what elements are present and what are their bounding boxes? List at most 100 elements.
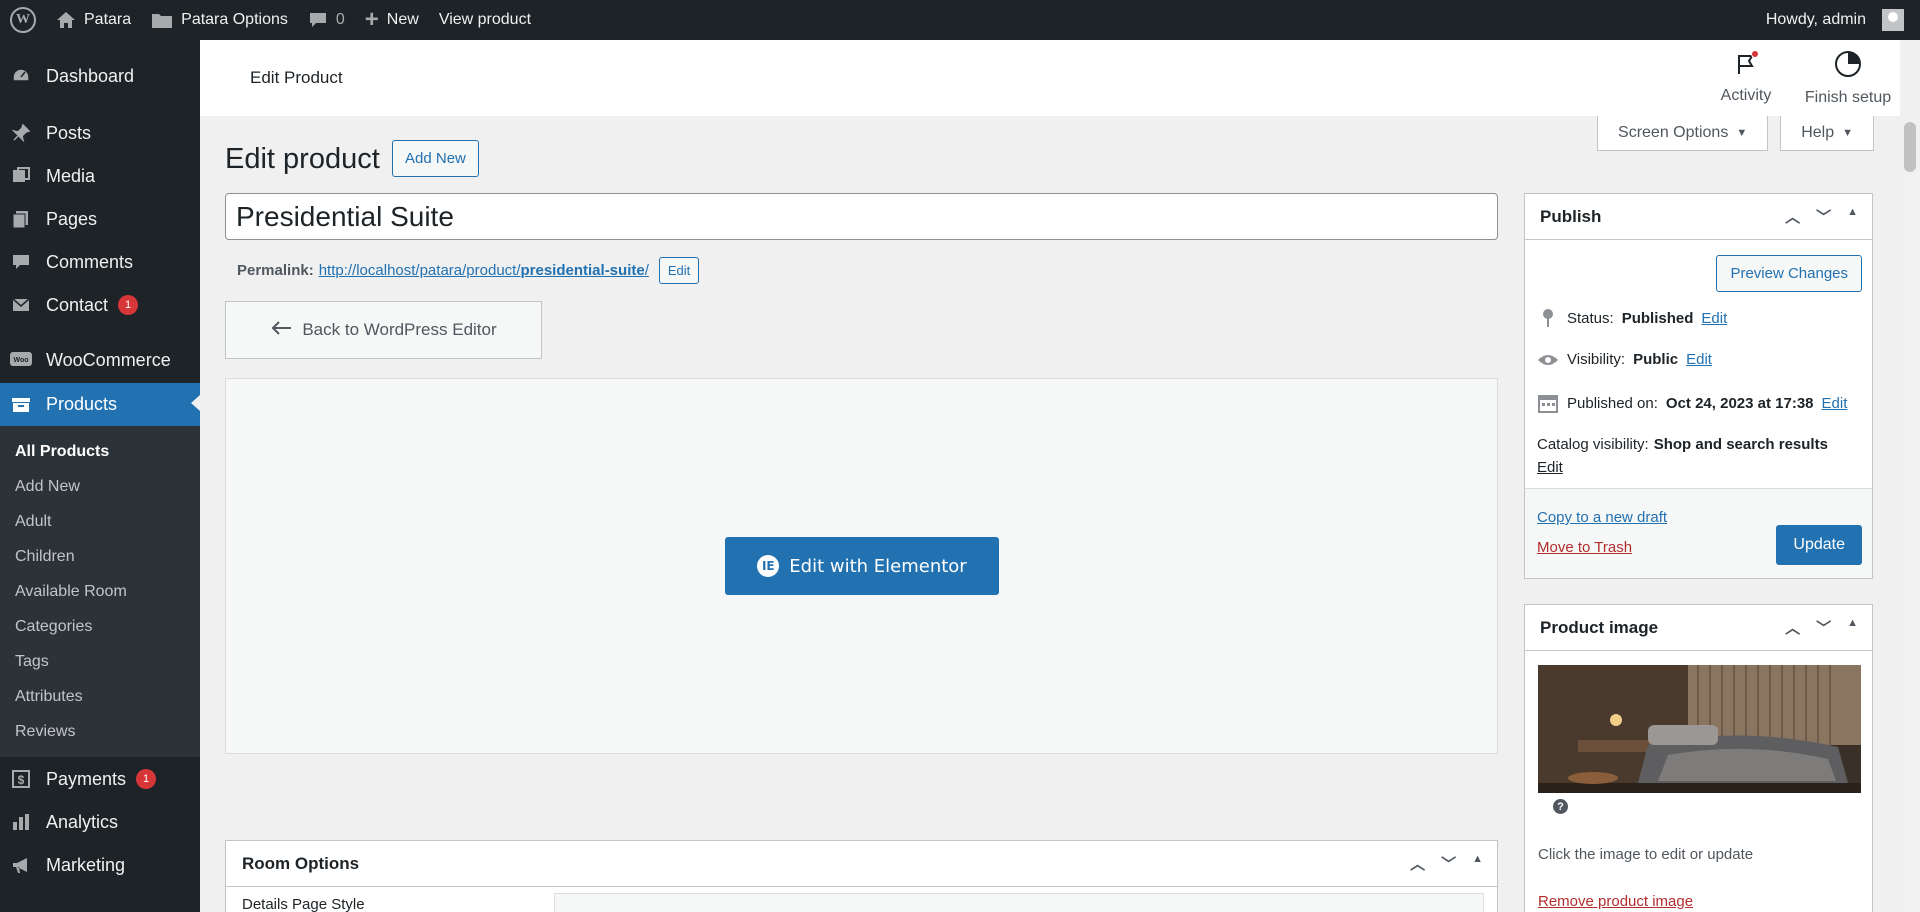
plus-icon: +: [364, 6, 379, 33]
add-new-button[interactable]: Add New: [392, 140, 479, 177]
page-scrollbar[interactable]: [1900, 116, 1920, 912]
wordpress-logo-icon: W: [10, 7, 36, 33]
payments-count-badge: 1: [136, 769, 157, 789]
eye-icon: [1537, 353, 1559, 367]
submenu-reviews[interactable]: Reviews: [0, 714, 200, 749]
menu-item-analytics[interactable]: Analytics: [0, 802, 200, 842]
new-content-menu[interactable]: + New: [355, 0, 429, 40]
publish-metabox: Publish ︿ ﹀ ▲ Preview Changes Status: Pu…: [1524, 193, 1873, 579]
status-label: Status:: [1567, 309, 1614, 327]
view-product-link[interactable]: View product: [429, 0, 541, 40]
page-title: Edit product: [225, 143, 380, 175]
menu-label: Analytics: [46, 811, 119, 832]
toggle-panel-icon[interactable]: ▲: [1847, 206, 1858, 227]
menu-item-contact[interactable]: Contact 1: [0, 285, 200, 325]
caret-down-icon: ▼: [1736, 127, 1748, 139]
permalink-link[interactable]: http://localhost/patara/product/presiden…: [319, 262, 649, 279]
product-title-input[interactable]: Presidential Suite: [225, 193, 1498, 240]
publish-title: Publish: [1540, 206, 1602, 226]
product-image-thumbnail[interactable]: [1538, 665, 1861, 793]
elementor-button-label: Edit with Elementor: [789, 555, 967, 577]
elementor-logo-icon: IE: [757, 555, 780, 577]
howdy-text: Howdy, admin: [1765, 11, 1866, 28]
menu-label: Posts: [46, 122, 92, 143]
copy-to-draft-link[interactable]: Copy to a new draft: [1537, 509, 1667, 526]
chevron-up-icon[interactable]: ︿: [1785, 206, 1800, 227]
view-label: View product: [438, 11, 532, 28]
chevron-up-icon[interactable]: ︿: [1785, 617, 1800, 638]
wp-logo-menu[interactable]: W: [0, 0, 46, 40]
menu-label: Comments: [46, 251, 134, 272]
submenu-adult[interactable]: Adult: [0, 504, 200, 539]
folder-icon: [151, 11, 173, 29]
catalog-visibility-edit-link[interactable]: Edit: [1537, 459, 1563, 476]
details-page-style-select[interactable]: [554, 893, 1484, 912]
scrollbar-thumb[interactable]: [1904, 122, 1916, 172]
menu-item-media[interactable]: Media: [0, 156, 200, 196]
menu-item-payments[interactable]: $ Payments 1: [0, 759, 200, 799]
home-icon: [56, 11, 76, 29]
submenu-add-new[interactable]: Add New: [0, 469, 200, 504]
menu-item-woocommerce[interactable]: Woo WooCommerce: [0, 340, 200, 380]
catalog-visibility-row: Catalog visibility: Shop and search resu…: [1537, 436, 1828, 453]
help-toggle[interactable]: Help ▼: [1780, 116, 1874, 151]
move-to-trash-link[interactable]: Move to Trash: [1537, 539, 1632, 556]
options-menu[interactable]: Patara Options: [141, 0, 298, 40]
menu-item-dashboard[interactable]: Dashboard: [0, 56, 200, 96]
my-account-menu[interactable]: Howdy, admin: [1756, 0, 1920, 40]
comment-icon: [10, 251, 32, 273]
status-edit-link[interactable]: Edit: [1701, 310, 1727, 327]
visibility-edit-link[interactable]: Edit: [1686, 351, 1712, 368]
screen-options-toggle[interactable]: Screen Options ▼: [1597, 116, 1769, 151]
chevron-up-icon[interactable]: ︿: [1410, 853, 1425, 874]
options-label: Patara Options: [181, 11, 288, 28]
comments-menu[interactable]: 0: [298, 0, 355, 40]
archive-icon: [10, 394, 32, 416]
submenu-available-room[interactable]: Available Room: [0, 574, 200, 609]
update-button[interactable]: Update: [1776, 525, 1862, 565]
chevron-down-icon[interactable]: ﹀: [1816, 206, 1831, 227]
comment-bubble-icon: [308, 11, 328, 29]
chevron-down-icon[interactable]: ﹀: [1816, 617, 1831, 638]
product-image-title: Product image: [1540, 617, 1659, 637]
permalink-label: Permalink:: [237, 262, 314, 279]
published-edit-link[interactable]: Edit: [1822, 395, 1848, 412]
screen-meta-tabs: Screen Options ▼ Help ▼: [1597, 116, 1874, 151]
toggle-panel-icon[interactable]: ▲: [1847, 617, 1858, 638]
caret-down-icon: ▼: [1842, 127, 1853, 139]
back-to-wordpress-editor-button[interactable]: Back to WordPress Editor: [225, 301, 542, 359]
submenu-children[interactable]: Children: [0, 539, 200, 574]
room-options-metabox: Room Options ︿ ﹀ ▲ Details Page Style: [225, 840, 1498, 912]
pin-icon: [1537, 308, 1559, 328]
room-options-title: Room Options: [242, 853, 360, 873]
permalink-tail: /: [644, 262, 649, 279]
toggle-panel-icon[interactable]: ▲: [1472, 853, 1483, 874]
admin-bar: W Patara Patara Options 0 + New View pro…: [0, 0, 1920, 40]
finish-setup-button[interactable]: Finish setup: [1796, 40, 1900, 116]
help-question-icon[interactable]: ?: [1553, 799, 1568, 814]
menu-item-marketing[interactable]: Marketing: [0, 845, 200, 885]
mail-icon: [10, 294, 32, 316]
menu-item-pages[interactable]: Pages: [0, 199, 200, 239]
submenu-categories[interactable]: Categories: [0, 609, 200, 644]
menu-item-posts[interactable]: Posts: [0, 113, 200, 153]
activity-button[interactable]: Activity: [1696, 40, 1796, 116]
site-name-menu[interactable]: Patara: [46, 0, 141, 40]
edit-with-elementor-button[interactable]: IE Edit with Elementor: [725, 537, 999, 595]
remove-product-image-link[interactable]: Remove product image: [1538, 893, 1693, 910]
visibility-row: Visibility: Public Edit: [1537, 351, 1712, 368]
woo-icon: Woo: [10, 349, 32, 371]
preview-changes-button[interactable]: Preview Changes: [1716, 255, 1862, 292]
permalink-row: Permalink: http://localhost/patara/produ…: [237, 257, 700, 284]
permalink-base: http://localhost/patara/product/: [318, 262, 521, 279]
submenu-tags[interactable]: Tags: [0, 644, 200, 679]
header-title: Edit Product: [250, 68, 343, 87]
chevron-down-icon[interactable]: ﹀: [1441, 853, 1456, 874]
submenu-all-products[interactable]: All Products: [0, 434, 200, 469]
admin-sidebar: Dashboard Posts Media Pages Comments Con…: [0, 40, 200, 912]
menu-item-products[interactable]: Products: [0, 383, 200, 426]
permalink-edit-button[interactable]: Edit: [658, 257, 700, 284]
submenu-attributes[interactable]: Attributes: [0, 679, 200, 714]
menu-item-comments[interactable]: Comments: [0, 242, 200, 282]
published-label: Published on:: [1567, 394, 1658, 412]
